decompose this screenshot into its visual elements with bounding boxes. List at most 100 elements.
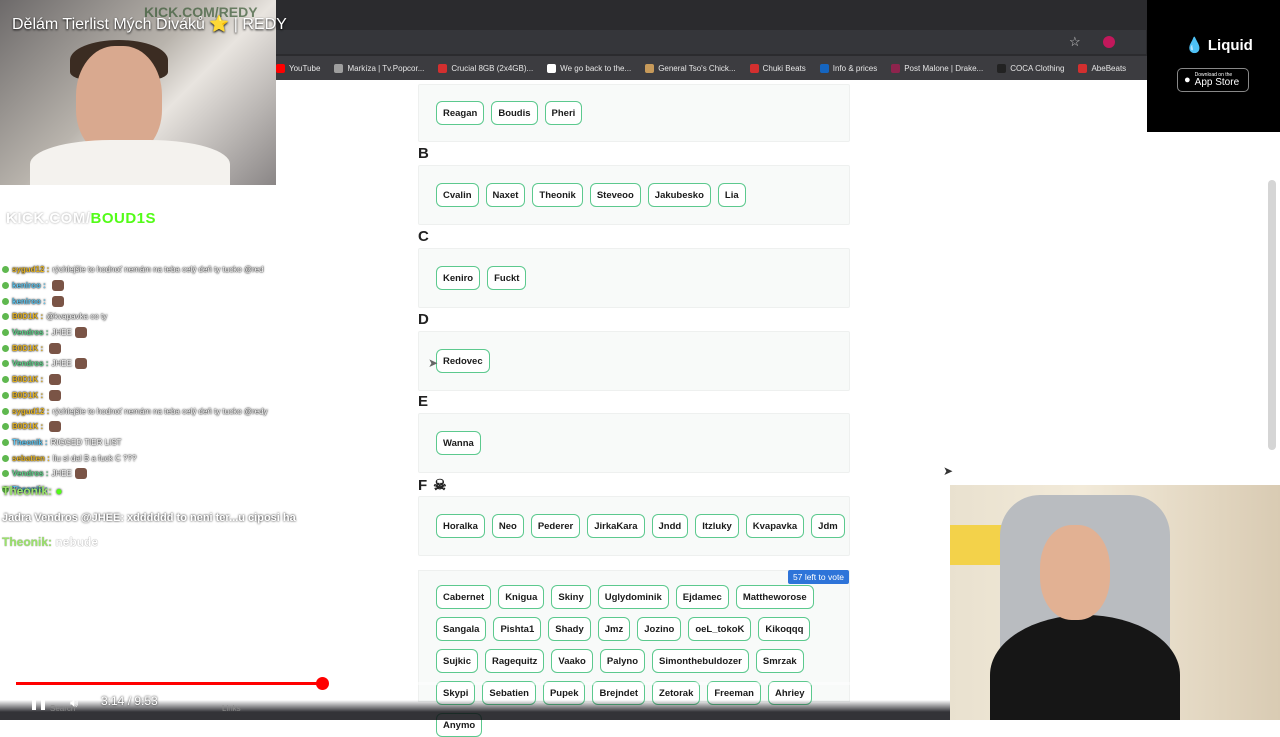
chat-message: sygud12 : rýchlejšie to hodnoť nemám na t… [2,403,412,419]
viewer-chip[interactable]: Steveoo [589,183,641,207]
viewer-chip[interactable]: Jakubesko [647,183,711,207]
badge-icon [2,407,9,415]
viewer-chip[interactable]: Boudis [491,101,538,125]
emote-icon [74,327,87,339]
kick-channel-logo: KICK.COM/BOUD1S [6,210,157,227]
badge-icon [2,282,9,290]
badge-icon [2,376,9,384]
viewer-chip[interactable]: Pheri [544,101,583,125]
taskbar-links[interactable]: Links [222,704,241,713]
bookmark-favicon-icon [276,63,285,73]
bookmark-favicon-icon [997,63,1007,73]
bookmark-item[interactable]: Crucial 8GB (2x4GB)... [438,63,534,73]
bookmark-item[interactable]: AbeBeats [1078,63,1126,73]
chat-username[interactable]: B0D1K : [12,312,43,321]
chat-message: Vendros : JHEE [2,325,412,341]
bookmark-item[interactable]: We go back to the... [547,63,632,73]
bookmark-item[interactable]: Info & prices [819,63,877,73]
tier-row-d: Redovec [418,331,850,391]
viewer-chip[interactable]: Cvalin [436,183,479,207]
chat-message: B0D1K : [2,419,412,435]
viewer-chip[interactable]: Itzluky [695,514,739,538]
chat-username[interactable]: B0D1K : [12,391,43,400]
chat-username[interactable]: keniroo : [12,297,46,306]
bookmark-star-icon[interactable]: ☆ [1069,34,1081,50]
bookmark-item[interactable]: Chuki Beats [749,63,806,73]
chat-message: Vendros : JHEE [2,466,412,482]
pool-chip[interactable]: Simonthebuldozer [652,649,749,673]
bookmark-item[interactable]: YouTube [276,63,321,73]
volume-icon[interactable]: 🔊︎ [70,695,78,711]
pool-chip[interactable]: Palyno [599,649,646,673]
address-bar[interactable] [276,30,1146,54]
pool-chip[interactable]: oeL_tokoK [688,617,752,641]
chat-username[interactable]: keniroo : [12,281,46,290]
tier-label-b: B [418,145,429,162]
chat-username[interactable]: sygud12 : [12,265,49,274]
pool-chip[interactable]: Skiny [551,585,591,609]
chat-username[interactable]: B0D1K : [12,422,43,431]
pool-chip[interactable]: Vaako [551,649,593,673]
chat-username[interactable]: Vendros : [12,469,48,478]
bookmark-item[interactable]: Markíza | Tv.Popcor... [334,63,424,73]
viewer-chip[interactable]: Jdm [811,514,845,538]
pool-chip[interactable]: Cabernet [436,585,492,609]
chat-text: JHEE [51,469,72,479]
chat-username[interactable]: B0D1K : [12,344,43,353]
viewer-chip[interactable]: Reagan [436,101,485,125]
tier-label-c: C [418,228,429,245]
viewer-chip[interactable]: Neo [491,514,524,538]
bookmark-label: Crucial 8GB (2x4GB)... [451,63,534,73]
emote-icon [51,280,64,292]
pool-chip[interactable]: Uglydominik [597,585,669,609]
pool-chip[interactable]: Jozino [637,617,682,641]
bookmark-label: We go back to the... [560,63,632,73]
pool-chip[interactable]: Sangala [436,617,487,641]
bookmark-label: YouTube [289,63,321,73]
bookmark-item[interactable]: Post Malone | Drake... [891,63,983,73]
time-display: 3:14 / 9:53 [101,694,158,708]
chat-username[interactable]: sygud12 : [12,407,49,416]
chat-text: liu si dal B a fuck C ??? [52,453,137,463]
pool-chip[interactable]: Ejdamec [675,585,729,609]
viewer-chip[interactable]: Jndd [651,514,689,538]
tier-row-top: Reagan Boudis Pheri [418,84,850,142]
bookmark-item[interactable]: COCA Clothing [997,63,1064,73]
chat-username[interactable]: Vendros : [12,328,48,337]
pool-chip[interactable]: Jmz [597,617,631,641]
viewer-chip[interactable]: Horalka [436,514,485,538]
app-store-button[interactable]: ● Download on the App Store [1177,68,1249,92]
pool-chip[interactable]: Pishta1 [493,617,542,641]
viewer-chip[interactable]: Keniro [436,266,481,290]
viewer-chip[interactable]: Redovec [436,349,490,373]
viewer-chip[interactable]: JirkaKara [587,514,645,538]
pool-chip[interactable]: Mattheworose [735,585,814,609]
viewer-chip[interactable]: Lia [717,183,746,207]
pool-chip[interactable]: Shady [548,617,591,641]
pool-chip[interactable]: Smrzak [755,649,804,673]
chat-username[interactable]: sebatten : [12,454,50,463]
progress-scrubber[interactable] [316,677,330,690]
chat-message: Vendros : JHEE [2,356,412,372]
chat-text: rýchlejšie to hodnoť nemám na teba celý … [52,265,264,275]
emote-icon [74,358,87,370]
pool-chip[interactable]: Ragequitz [485,649,545,673]
page-scrollbar[interactable] [1268,180,1276,450]
viewer-chip[interactable]: Wanna [436,431,481,455]
pool-chip[interactable]: Sujkic [436,649,478,673]
pool-chip[interactable]: Kikoqqq [758,617,811,641]
viewer-chip[interactable]: Fuckt [487,266,527,290]
pool-chip[interactable]: Knigua [498,585,545,609]
viewer-chip[interactable]: Kvapavka [745,514,805,538]
chat-username[interactable]: Theonik : [12,438,48,447]
viewer-chip[interactable]: Theonik [532,183,583,207]
chat-username[interactable]: Vendros : [12,359,48,368]
chat-username[interactable]: B0D1K : [12,375,43,384]
video-title[interactable]: Dělám Tierlist Mých Diváků ⭐ | REDY [12,14,287,34]
bookmark-item[interactable]: General Tso's Chick... [645,63,736,73]
viewer-chip[interactable]: Pederer [530,514,581,538]
extension-icon[interactable] [1103,36,1115,48]
pause-button[interactable] [32,694,46,710]
liquid-ad[interactable]: 💧 Liquid ● Download on the App Store [1147,0,1280,132]
viewer-chip[interactable]: Naxet [485,183,526,207]
